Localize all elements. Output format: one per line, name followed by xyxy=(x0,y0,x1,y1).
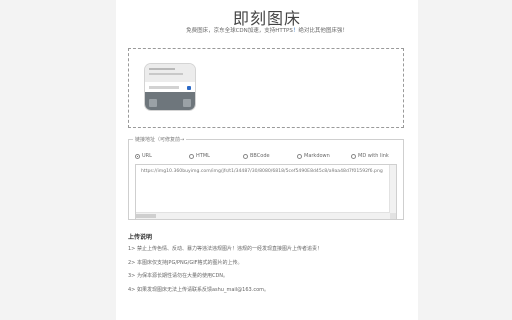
note-item: 1> 禁止上传色情、反动、暴力等违法违规图片！违规的一经发现直接图片上传者追责！ xyxy=(128,246,322,252)
notes-list: 1> 禁止上传色情、反动、暴力等违法违规图片！违规的一经发现直接图片上传者追责！… xyxy=(128,246,408,300)
page-container: 即刻图床 免费图床，京东全球CDN加速，支持HTTPS！绝对比其他图床强！ 链接… xyxy=(116,0,418,320)
subtitle-text: 免费图床，京东全球CDN加速，支持HTTPS xyxy=(186,28,293,34)
note-item: 2> 本图床仅支持JPG/PNG/GIF格式的图片的上传。 xyxy=(128,259,243,266)
format-label-bbcode: BBCode xyxy=(250,153,270,159)
format-radio-md-with-link[interactable]: MD with link xyxy=(351,153,389,159)
format-label-md-with-link: MD with link xyxy=(358,153,389,159)
preview-footer xyxy=(145,92,195,110)
uploaded-image-preview[interactable] xyxy=(145,64,195,110)
upload-dropzone[interactable] xyxy=(128,48,404,128)
format-radio-markdown[interactable]: Markdown xyxy=(297,153,330,159)
scrollbar-thumb[interactable] xyxy=(136,214,156,218)
format-label-markdown: Markdown xyxy=(304,153,330,159)
radio-icon[interactable] xyxy=(135,153,140,159)
radio-icon[interactable] xyxy=(189,153,194,159)
radio-icon[interactable] xyxy=(297,153,302,159)
format-options: URL HTML BBCode Markdown MD with link xyxy=(135,153,397,161)
format-label-url: URL xyxy=(142,153,152,159)
image-url-text[interactable]: https://img10.360buyimg.com/img/jfs/t1/3… xyxy=(141,169,383,174)
format-label-html: HTML xyxy=(196,153,210,159)
link-output-panel: 链接地址（可修复前→ URL HTML BBCode Markdown MD w… xyxy=(128,136,404,220)
page-subtitle: 免费图床，京东全球CDN加速，支持HTTPS！绝对比其他图床强！ xyxy=(116,26,418,34)
radio-icon[interactable] xyxy=(351,153,356,159)
radio-icon[interactable] xyxy=(243,153,248,159)
format-radio-url[interactable]: URL xyxy=(135,153,152,159)
format-radio-bbcode[interactable]: BBCode xyxy=(243,153,270,159)
note-item: 4> 如果发现图床无法上传请联系反馈ashu_mail@163.com。 xyxy=(128,286,269,293)
link-output-textarea[interactable]: https://img10.360buyimg.com/img/jfs/t1/3… xyxy=(135,164,397,220)
vertical-scrollbar[interactable] xyxy=(389,165,396,213)
link-panel-legend: 链接地址（可修复前→ xyxy=(135,137,185,143)
notes-heading: 上传说明 xyxy=(128,234,153,241)
note-item: 3> 为保本源长期性请勿在大量的使用CDN。 xyxy=(128,273,229,279)
subtitle-suffix: 绝对比其他图床强！ xyxy=(298,28,348,34)
format-radio-html[interactable]: HTML xyxy=(189,153,210,159)
resize-handle[interactable] xyxy=(390,213,396,219)
preview-header xyxy=(145,64,195,82)
horizontal-scrollbar[interactable] xyxy=(136,212,390,219)
